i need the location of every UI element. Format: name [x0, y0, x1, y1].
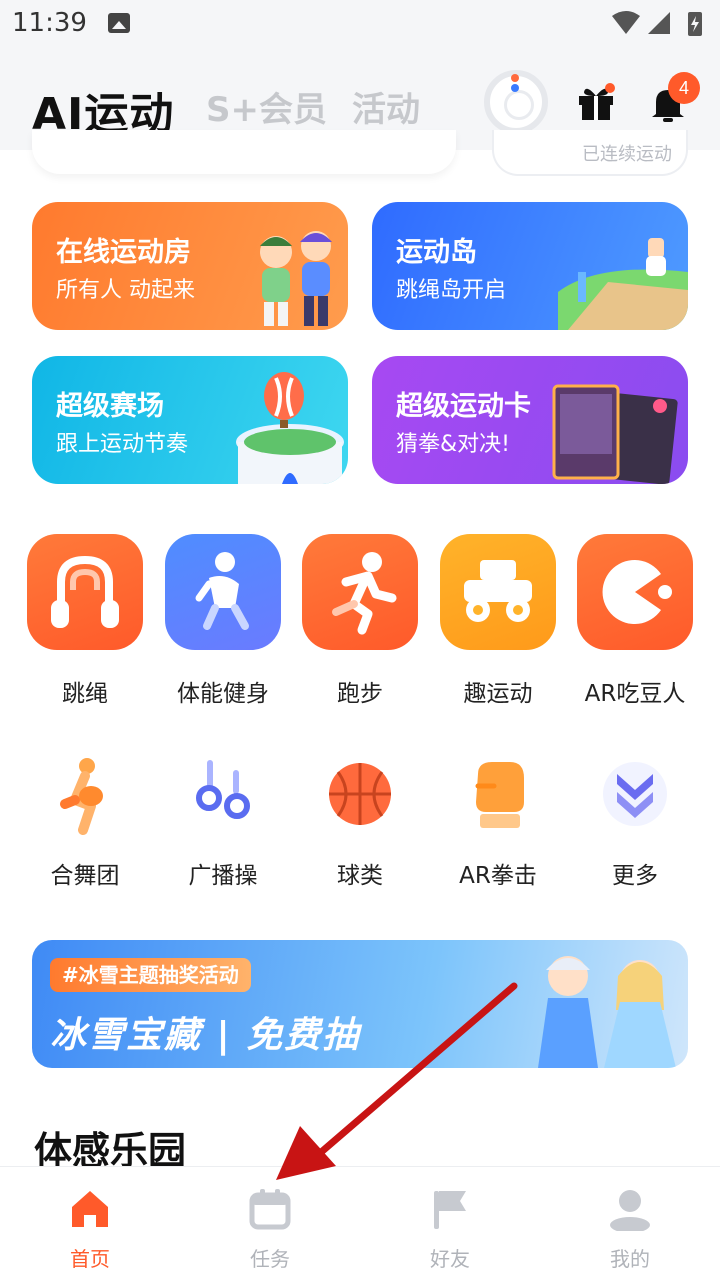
banner-tag: #冰雪主题抽奖活动 [50, 958, 251, 992]
app-running[interactable]: 跑步 [290, 534, 430, 708]
app-label: 跳绳 [62, 681, 108, 707]
card-subtitle: 跟上运动节奏 [56, 432, 189, 457]
tab-s-plus-member[interactable]: S+会员 [206, 82, 327, 131]
ring-dot-orange [511, 74, 519, 82]
card-title: 超级赛场 [56, 391, 164, 422]
image-notification-icon [108, 13, 130, 33]
fun-sport-icon [440, 534, 556, 650]
card-online-room[interactable]: 在线运动房 所有人 动起来 [32, 202, 348, 330]
more-chevron-icon [595, 756, 675, 836]
app-label: 更多 [612, 863, 658, 889]
card-title: 运动岛 [396, 237, 477, 268]
streak-text: 已连续运动 [582, 144, 672, 165]
app-label: 体能健身 [177, 681, 269, 707]
wifi-icon [612, 11, 640, 34]
jump-rope-icon [27, 534, 143, 650]
app-dance[interactable]: 合舞团 [15, 756, 155, 890]
app-fitness[interactable]: 体能健身 [153, 534, 293, 708]
card-subtitle: 跳绳岛开启 [396, 278, 507, 303]
ice-characters-illustration [538, 956, 676, 1068]
app-label: 合舞团 [50, 863, 120, 889]
signal-icon [648, 12, 670, 34]
nav-label: 首页 [70, 1247, 110, 1271]
arena-balloon-illustration [236, 372, 344, 484]
gift-icon[interactable] [576, 82, 616, 122]
card-super-sport-card[interactable]: 超级运动卡 猜拳&对决! [372, 356, 688, 484]
card-subtitle: 猜拳&对决! [396, 432, 510, 457]
app-ar-pacman[interactable]: AR吃豆人 [565, 534, 705, 708]
streak-pill[interactable]: 已连续运动 [492, 130, 688, 176]
trading-cards-illustration [552, 384, 678, 484]
app-fun-sport[interactable]: 趣运动 [428, 534, 568, 708]
nav-home[interactable]: 首页 [0, 1167, 180, 1280]
banner-title: 冰雪宝藏 | 免费抽 [50, 1015, 361, 1056]
app-radio-gymnastics[interactable]: 广播操 [153, 756, 293, 890]
app-label: 广播操 [188, 863, 258, 889]
status-bar: 11:39 [0, 0, 720, 50]
app-more[interactable]: 更多 [565, 756, 705, 890]
flag-icon [434, 1191, 466, 1229]
status-icons [612, 11, 702, 36]
tab-activity[interactable]: 活动 [352, 82, 420, 131]
app-label: 球类 [337, 863, 383, 889]
bottom-navigation: 首页 任务 好友 我的 [0, 1166, 720, 1280]
app-label: 跑步 [337, 681, 383, 707]
fitness-icon [165, 534, 281, 650]
card-sport-island[interactable]: 运动岛 跳绳岛开启 [372, 202, 688, 330]
characters-illustration [260, 231, 332, 326]
app-label: AR拳击 [459, 863, 537, 889]
island-illustration [558, 238, 688, 330]
status-time: 11:39 [12, 8, 87, 38]
home-icon [72, 1191, 108, 1227]
notification-badge: 4 [668, 72, 700, 104]
scrolled-card-edge [32, 130, 456, 174]
nav-label: 好友 [430, 1247, 470, 1271]
nav-label: 我的 [610, 1247, 650, 1271]
snow-treasure-banner[interactable]: #冰雪主题抽奖活动 冰雪宝藏 | 免费抽 [32, 940, 688, 1068]
app-jump-rope[interactable]: 跳绳 [15, 534, 155, 708]
nav-tasks[interactable]: 任务 [180, 1167, 360, 1280]
boxing-glove-icon [458, 756, 538, 836]
card-title: 超级运动卡 [396, 391, 531, 422]
rings-icon [183, 756, 263, 836]
app-ball-games[interactable]: 球类 [290, 756, 430, 890]
nav-label: 任务 [250, 1247, 290, 1271]
app-label: 趣运动 [463, 681, 533, 707]
running-icon [302, 534, 418, 650]
app-label: AR吃豆人 [584, 681, 686, 707]
card-subtitle: 所有人 动起来 [56, 278, 195, 303]
dance-icon [45, 756, 125, 836]
calendar-icon [249, 1189, 291, 1230]
app-ar-boxing[interactable]: AR拳击 [428, 756, 568, 890]
card-title: 在线运动房 [56, 237, 191, 268]
card-super-arena[interactable]: 超级赛场 跟上运动节奏 [32, 356, 348, 484]
nav-friends[interactable]: 好友 [360, 1167, 540, 1280]
nav-profile[interactable]: 我的 [540, 1167, 720, 1280]
profile-icon [610, 1190, 650, 1233]
basketball-icon [320, 756, 400, 836]
pacman-icon [577, 534, 693, 650]
ring-dot-blue [511, 84, 519, 92]
